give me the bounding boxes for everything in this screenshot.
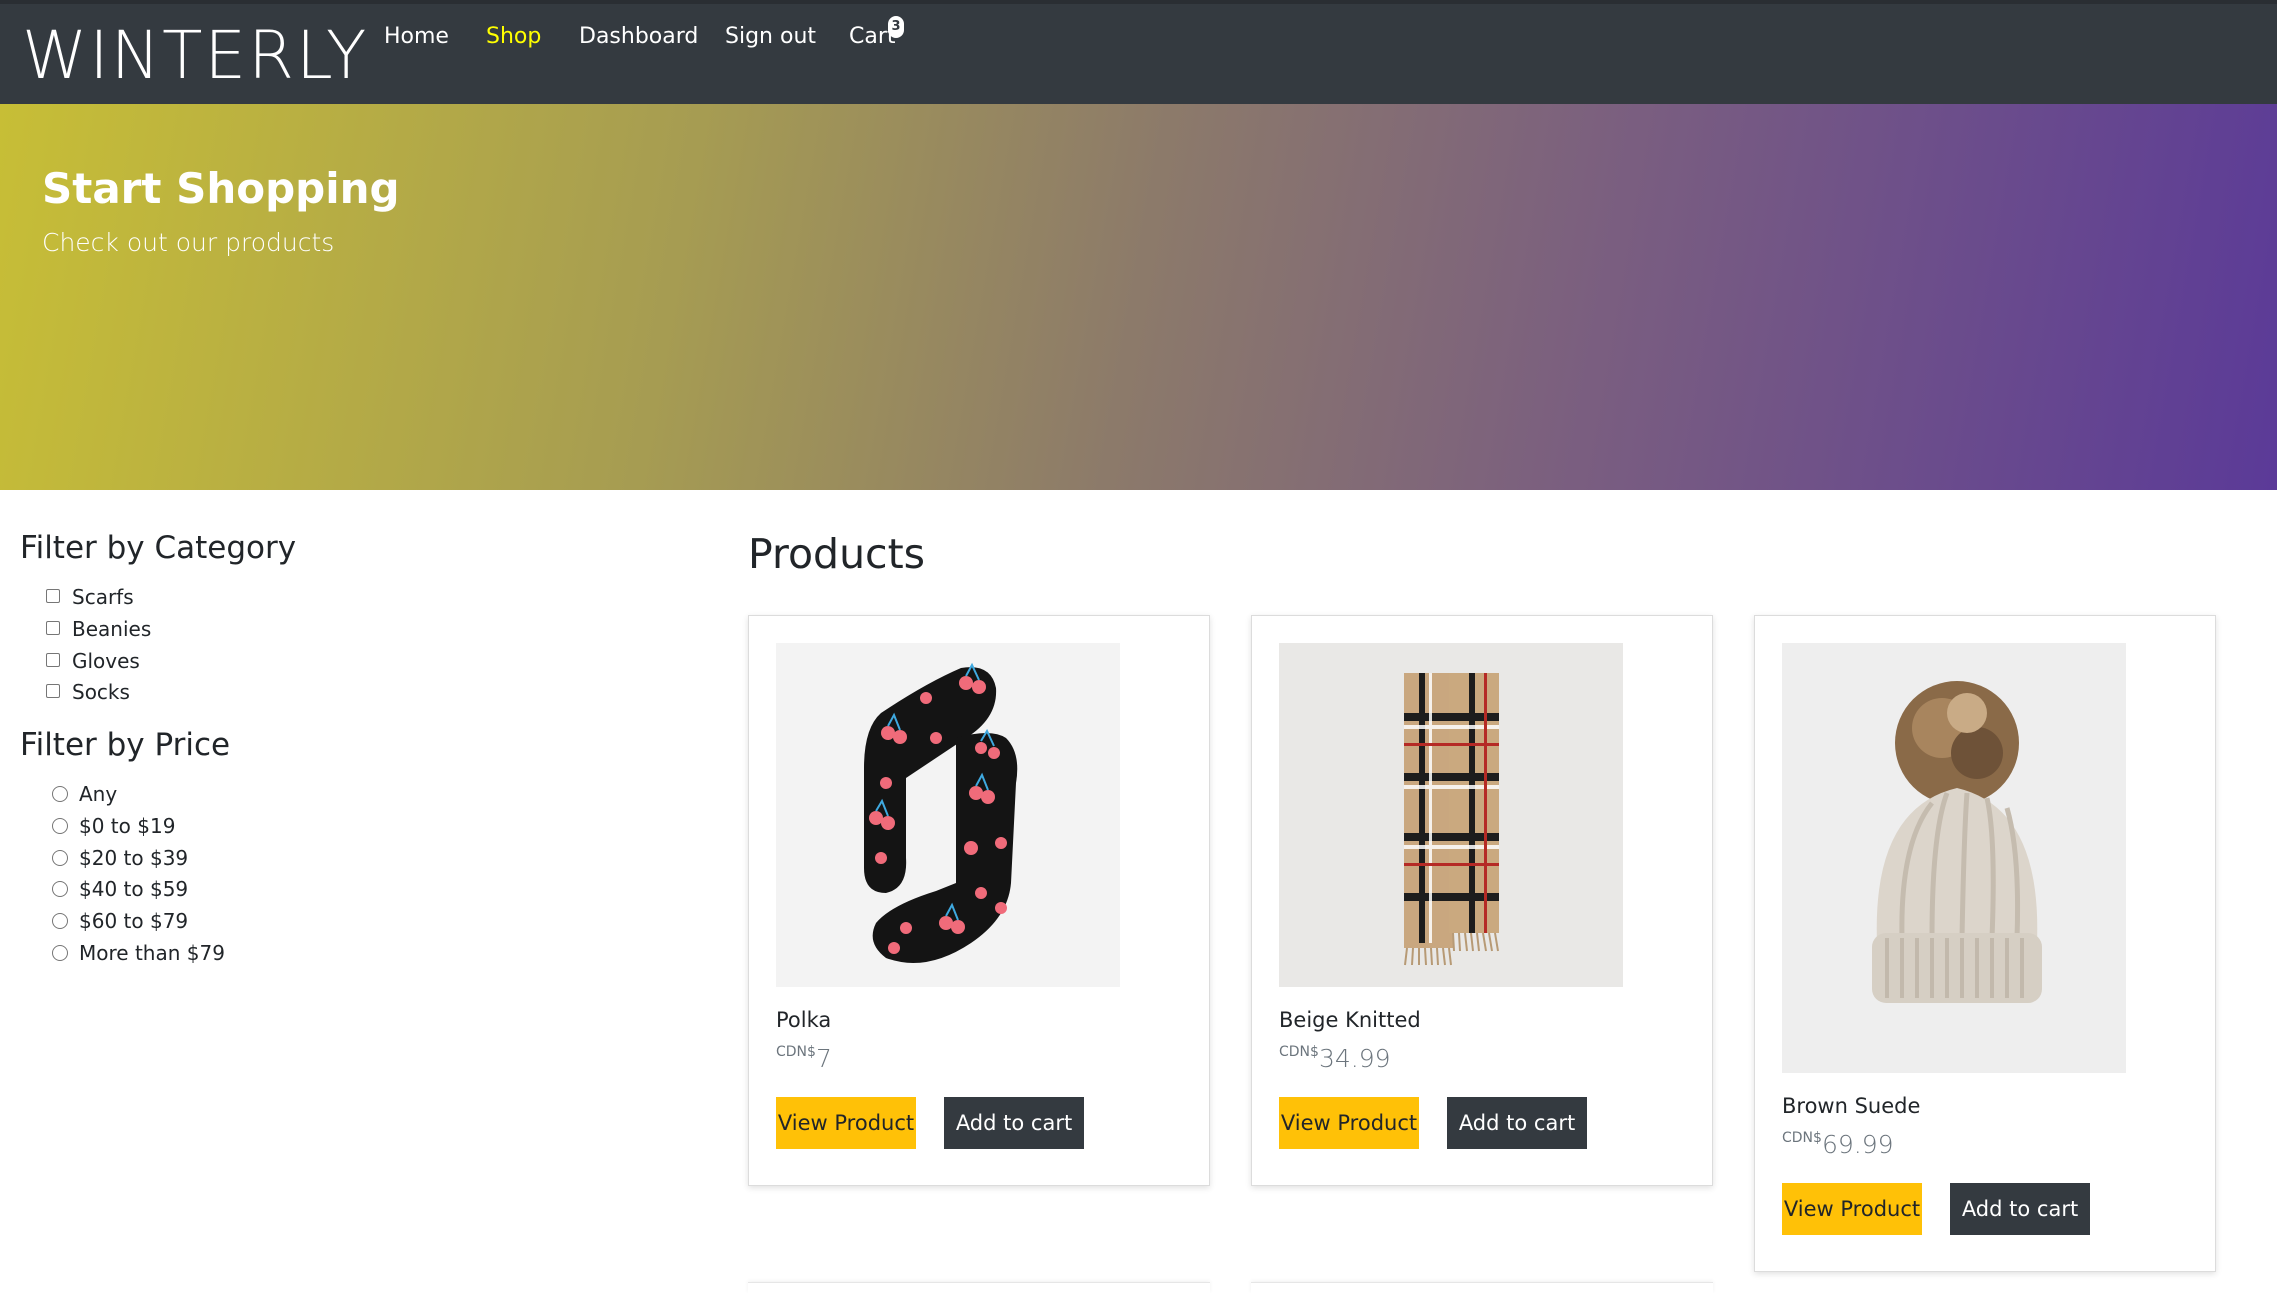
add-to-cart-button[interactable]: Add to cart — [944, 1097, 1084, 1149]
nav-shop[interactable]: Shop — [486, 20, 541, 54]
hero-banner: Start Shopping Check out our products — [0, 104, 2277, 490]
scarf-illustration — [1404, 673, 1499, 966]
radio-button[interactable] — [52, 850, 68, 866]
filter-label: $40 to $59 — [79, 877, 189, 901]
radio-button[interactable] — [52, 945, 68, 961]
pompom-beanie-image[interactable] — [1782, 643, 2126, 1073]
view-product-button[interactable]: View Product — [1782, 1183, 1922, 1235]
filter-label: Any — [79, 782, 118, 806]
nav-home[interactable]: Home — [384, 20, 449, 54]
price-amount: 69.99 — [1821, 1130, 1894, 1159]
navbar: WINTERLY Home Shop Dashboard Sign out Ca… — [0, 0, 2277, 104]
radio-button[interactable] — [52, 818, 68, 834]
radio-button[interactable] — [52, 913, 68, 929]
checkbox[interactable] — [46, 621, 60, 635]
price-amount: 7 — [815, 1044, 832, 1073]
socks-illustration — [864, 662, 1018, 963]
product-name[interactable]: Polka — [776, 1008, 831, 1032]
brand-logo[interactable]: WINTERLY — [22, 16, 368, 96]
cherry-socks-image[interactable] — [776, 643, 1120, 987]
price-currency: CDN$ — [1279, 1044, 1319, 1060]
filter-label: Beanies — [72, 617, 152, 641]
filter-label: $60 to $79 — [79, 909, 189, 933]
hero-title: Start Shopping — [42, 164, 400, 213]
filter-label: More than $79 — [79, 941, 225, 965]
nav-sign-out[interactable]: Sign out — [725, 20, 816, 54]
filter-label: Scarfs — [72, 585, 134, 609]
radio-button[interactable] — [52, 881, 68, 897]
product-card: Polka CDN$7 View Product Add to cart — [748, 615, 1210, 1186]
add-to-cart-button[interactable]: Add to cart — [1447, 1097, 1587, 1149]
beanie-illustration — [1872, 681, 2042, 1003]
checkbox[interactable] — [46, 589, 60, 603]
product-card: Brown Suede CDN$69.99 View Product Add t… — [1754, 615, 2216, 1272]
filter-label: Socks — [72, 680, 130, 704]
product-name[interactable]: Brown Suede — [1782, 1094, 1920, 1118]
product-price: CDN$7 — [776, 1044, 832, 1073]
view-product-button[interactable]: View Product — [776, 1097, 916, 1149]
view-product-button[interactable]: View Product — [1279, 1097, 1419, 1149]
product-price: CDN$69.99 — [1782, 1130, 1894, 1159]
plaid-scarf-image[interactable] — [1279, 643, 1623, 987]
add-to-cart-button[interactable]: Add to cart — [1950, 1183, 2090, 1235]
filter-price-heading: Filter by Price — [20, 727, 231, 763]
checkbox[interactable] — [46, 684, 60, 698]
product-name[interactable]: Beige Knitted — [1279, 1008, 1421, 1032]
filter-label: Gloves — [72, 649, 140, 673]
nav-dashboard[interactable]: Dashboard — [579, 20, 698, 54]
cart-count-badge: 3 — [888, 16, 904, 38]
product-price: CDN$34.99 — [1279, 1044, 1391, 1073]
product-card: Beige Knitted CDN$34.99 View Product Add… — [1251, 615, 1713, 1186]
hero-subtitle: Check out our products — [42, 228, 335, 257]
radio-button[interactable] — [52, 786, 68, 802]
price-amount: 34.99 — [1318, 1044, 1391, 1073]
products-heading: Products — [748, 530, 926, 578]
filter-category-heading: Filter by Category — [20, 530, 297, 566]
filter-label: $20 to $39 — [79, 846, 189, 870]
filter-label: $0 to $19 — [79, 814, 176, 838]
checkbox[interactable] — [46, 653, 60, 667]
price-currency: CDN$ — [1782, 1130, 1822, 1146]
price-currency: CDN$ — [776, 1044, 816, 1060]
